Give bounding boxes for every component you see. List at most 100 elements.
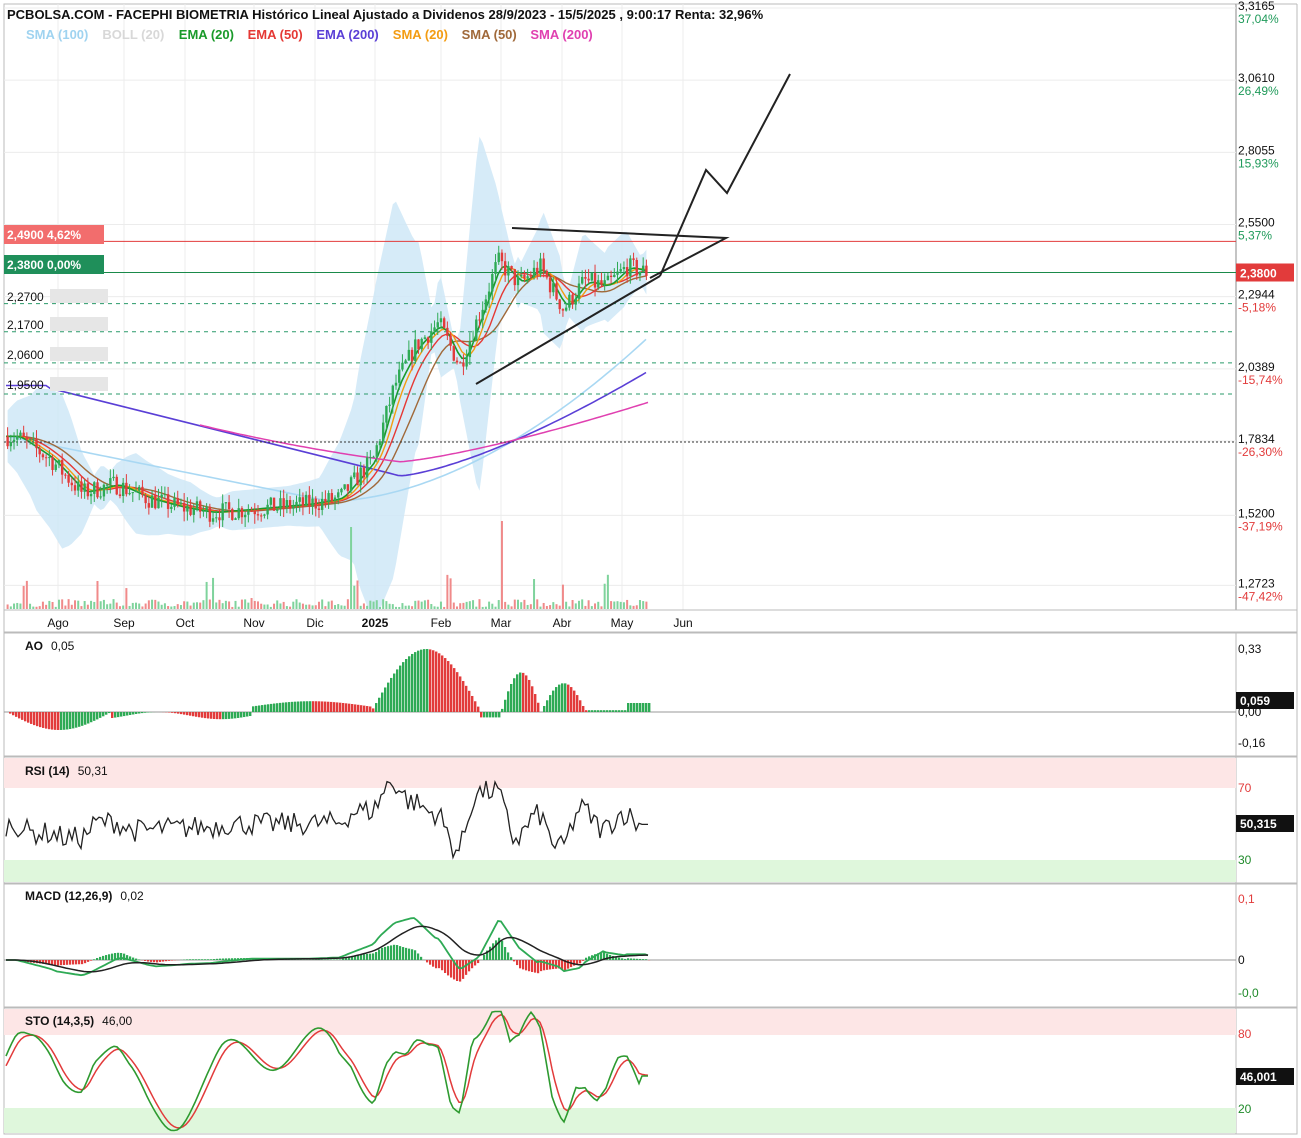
- ao-bar: [228, 712, 231, 719]
- ao-bar: [648, 703, 651, 712]
- candle-body: [539, 258, 542, 275]
- ao-bar: [330, 701, 333, 712]
- macd-hist-bar: [396, 945, 399, 960]
- ao-bar: [390, 677, 393, 712]
- volume-bar: [25, 580, 28, 609]
- volume-bar: [221, 603, 224, 609]
- ao-bar: [261, 705, 264, 712]
- volume-bar: [472, 600, 475, 609]
- macd-hist-bar: [363, 954, 366, 960]
- ao-bar: [477, 706, 480, 712]
- candle-body: [163, 494, 167, 496]
- volume-bar: [247, 602, 250, 609]
- volume-bar: [375, 600, 378, 609]
- candle-body: [237, 508, 240, 519]
- price-axis-pct: 5,37%: [1238, 228, 1272, 242]
- ao-bar: [498, 712, 501, 718]
- candle-body: [311, 498, 314, 507]
- candle-body: [619, 269, 622, 272]
- volume-bar: [417, 600, 420, 609]
- volume-bar: [266, 604, 269, 609]
- candle-body: [276, 508, 279, 511]
- level-tag-label: 2,1700: [7, 318, 44, 332]
- macd-hist-bar: [435, 960, 438, 969]
- ao-bar: [51, 712, 54, 730]
- volume-bar: [192, 602, 195, 609]
- month-label: Abr: [553, 616, 572, 630]
- ao-bar: [366, 706, 369, 712]
- candle-body: [86, 483, 90, 497]
- ao-bar: [69, 712, 72, 730]
- volume-bar: [67, 599, 70, 609]
- candle-body: [205, 506, 208, 511]
- ao-bar: [93, 712, 96, 721]
- volume-bar: [199, 602, 202, 609]
- volume-bar: [279, 603, 282, 609]
- ao-bar: [360, 705, 363, 712]
- volume-bar: [475, 606, 478, 609]
- candle-body: [115, 476, 118, 495]
- macd-hist-bar: [108, 954, 111, 960]
- volume-bar: [436, 606, 439, 609]
- volume-bar: [48, 600, 51, 609]
- candle-body: [523, 274, 526, 279]
- candle-body: [503, 261, 507, 276]
- macd-hist-bar: [366, 953, 369, 960]
- ao-bar: [336, 702, 339, 712]
- ao-bar: [501, 708, 504, 712]
- volume-bar: [561, 584, 564, 609]
- candle-body: [564, 307, 568, 311]
- volume-bar: [260, 603, 263, 609]
- ao-bar: [132, 712, 135, 715]
- price-axis-tick: 2,0389: [1238, 360, 1275, 374]
- ao-bar: [207, 712, 210, 719]
- macd-hist-bar: [60, 960, 63, 966]
- rsi-oversold-zone: [4, 860, 1236, 882]
- price-axis-pct: 15,93%: [1238, 156, 1279, 170]
- candle-body: [301, 497, 305, 506]
- candle-body: [298, 497, 301, 502]
- candle-body: [141, 486, 144, 495]
- macd-hist-bar: [171, 960, 174, 961]
- legend-item: SMA (20): [393, 27, 448, 42]
- macd-hist-bar: [369, 953, 372, 960]
- ao-bar: [537, 702, 540, 712]
- macd-hist-bar: [444, 960, 447, 973]
- macd-hist-bar: [102, 955, 105, 960]
- candle-body: [195, 501, 199, 510]
- ao-bar: [495, 712, 498, 718]
- volume-bar: [285, 606, 288, 609]
- candle-body: [80, 481, 83, 492]
- ao-bar: [579, 700, 582, 712]
- ao-bar: [378, 697, 381, 712]
- volume-bar: [481, 606, 484, 609]
- price-axis-tick: 1,5200: [1238, 506, 1275, 520]
- ao-bar: [222, 712, 225, 720]
- volume-bar: [29, 603, 32, 609]
- volume-bar: [404, 605, 407, 609]
- price-axis-pct: -47,42%: [1238, 589, 1283, 603]
- volume-bar: [202, 600, 205, 609]
- macd-hist-bar: [465, 960, 468, 975]
- macd-hist-bar: [192, 959, 195, 960]
- price-axis: 3,316537,04%3,061026,49%2,805515,93%2,55…: [1236, 0, 1294, 603]
- candle-body: [57, 460, 61, 465]
- volume-bar: [22, 585, 25, 609]
- candle-body: [381, 422, 385, 442]
- volume-bar: [160, 604, 163, 609]
- ao-bar: [438, 653, 441, 712]
- month-label: Feb: [431, 616, 452, 630]
- macd-hist-bar: [579, 960, 582, 964]
- volume-bar: [638, 600, 641, 609]
- candle-body: [112, 476, 115, 479]
- candle-body: [19, 432, 22, 436]
- candle-body: [99, 496, 102, 498]
- ao-bar: [201, 712, 204, 718]
- ao-bar: [75, 712, 78, 728]
- ao-bar: [636, 703, 639, 712]
- volume-bar: [147, 600, 150, 609]
- candle-body: [125, 482, 128, 495]
- candle-body: [89, 493, 93, 497]
- price-axis-tick: 2,5500: [1238, 215, 1275, 229]
- candle-body: [186, 505, 189, 512]
